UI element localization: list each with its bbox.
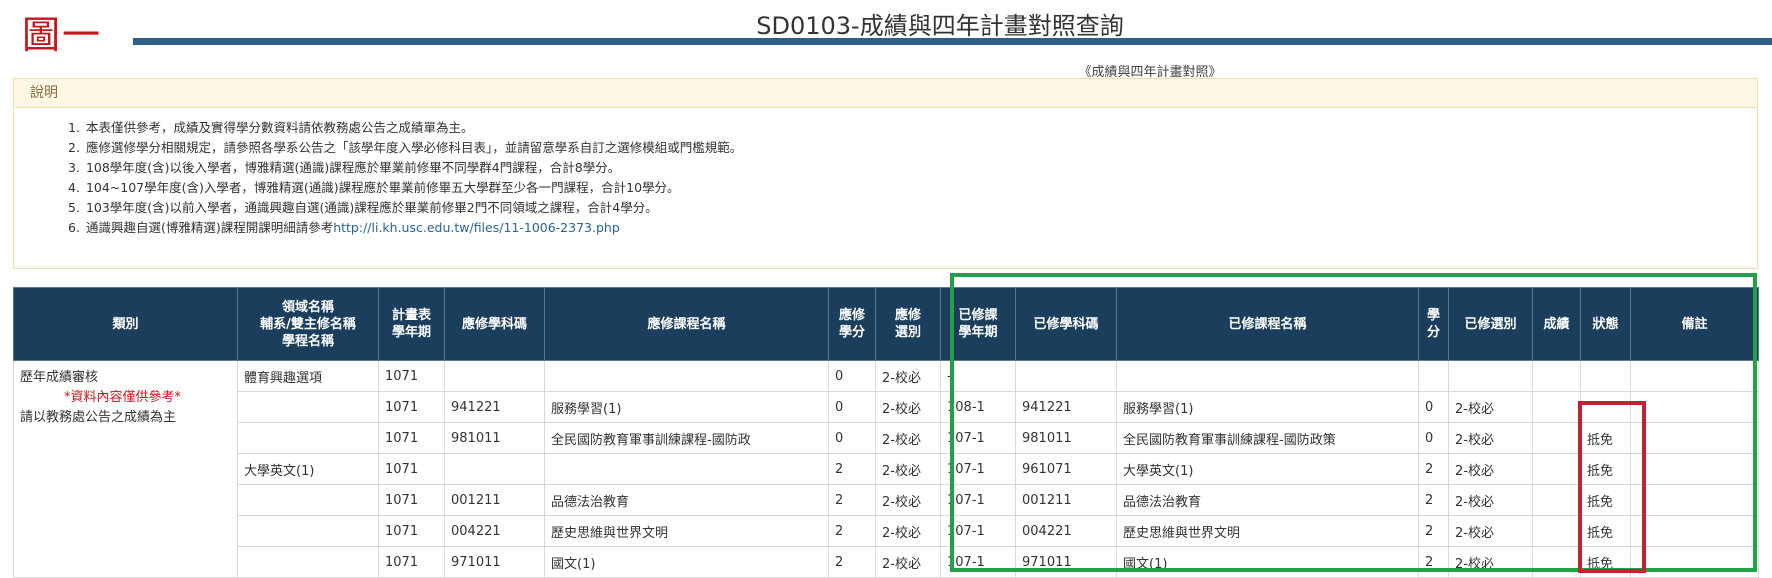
column-header-required-course-code: 應修學科碼 [444,287,545,361]
cell-required-type: 2-校必 [875,391,941,423]
cell-plan-term: 1071 [378,453,445,485]
cell-required-course-name: 服務學習(1) [544,391,829,423]
note-item: 4. 104~107學年度(含)入學者，博雅精選(通識)課程應於畢業前修畢五大學群… [68,178,1757,198]
column-header-line: 應修 [838,308,865,323]
cell-required-course-name: 歷史思維與世界文明 [544,515,829,547]
column-header-line: 學分 [838,325,865,340]
cell-plan-term: 1071 [378,422,445,454]
note-number: 6. [68,220,80,235]
note-item: 6. 通識興趣自選(博雅精選)課程開課明細請參考http://li.kh.usc.… [68,218,1757,238]
cell-plan-term: 1071 [378,515,445,547]
course-list-link[interactable]: http://li.kh.usc.edu.tw/files/11-1006-23… [333,220,620,235]
cell-required-type: 2-校必 [875,360,941,392]
note-item: 3. 108學年度(含)以後入學者，博雅精選(通識)課程應於畢業前修畢不同學群4門… [68,158,1757,178]
note-text: 104~107學年度(含)入學者，博雅精選(通識)課程應於畢業前修畢五大學群至少… [85,180,680,195]
column-header-line: 類別 [112,316,139,332]
column-header-category: 類別 [13,287,238,361]
cell-domain-name [237,546,379,578]
cell-domain-name: 體育興趣選項 [237,360,379,392]
category-cell: 歷年成績審核 *資料內容僅供參考* 請以教務處公告之成績為主 [13,360,238,578]
page-title: SD0103-成績與四年計畫對照查詢 [756,12,1124,40]
cell-domain-name: 大學英文(1) [237,453,379,485]
column-header-line: 學程名稱 [281,333,334,349]
column-header-plan-term: 計畫表 學年期 [378,287,445,361]
cell-required-credits: 2 [828,546,876,578]
note-number: 3. [68,160,80,175]
cell-required-course-code [444,360,545,392]
cell-required-credits: 2 [828,453,876,485]
reference-only-notice: *資料內容僅供參考* [64,390,182,405]
note-number: 1. [68,120,80,135]
cell-required-course-code: 001211 [444,484,545,516]
column-header-line: 選別 [894,325,921,340]
note-number: 5. [68,200,80,215]
note-text: 應修選修學分相關規定，請參照各學系公告之「該學年度入學必修科目表」，並請留意學系… [85,140,743,155]
cell-required-credits: 0 [828,360,876,392]
column-header-line: 計畫表 [391,308,431,323]
cell-required-course-name [544,453,829,485]
cell-plan-term: 1071 [378,360,445,392]
note-item: 1. 本表僅供參考，成績及實得學分數資料請依教務處公告之成績單為主。 [68,118,1757,138]
cell-domain-name [237,484,379,516]
cell-domain-name [237,391,379,423]
note-number: 4. [68,180,80,195]
column-header-line: 學年期 [391,325,431,340]
cell-required-credits: 2 [828,484,876,516]
cell-plan-term: 1071 [378,484,445,516]
cell-required-course-code: 004221 [444,515,545,547]
cell-required-type: 2-校必 [875,484,941,516]
note-text: 103學年度(含)以前入學者，通識興趣自選(通識)課程應於畢業前修畢2門不同領域… [85,200,658,215]
cell-domain-name [237,515,379,547]
category-text: 歷年成績審核 [20,370,99,385]
column-header-domain-name: 領域名稱 輔系/雙主修名稱 學程名稱 [237,287,379,361]
cell-required-type: 2-校必 [875,453,941,485]
column-header-line: 應修學科碼 [461,316,527,332]
cell-domain-name [237,422,379,454]
cell-required-course-code: 941221 [444,391,545,423]
column-header-line: 應修課程名稱 [647,316,726,332]
note-number: 2. [68,140,80,155]
cell-plan-term: 1071 [378,391,445,423]
category-text: 請以教務處公告之成績為主 [20,410,177,425]
cell-required-course-name: 品德法治教育 [544,484,829,516]
cell-plan-term: 1071 [378,546,445,578]
cell-required-type: 2-校必 [875,422,941,454]
column-header-line: 輔系/雙主修名稱 [260,316,356,332]
cell-required-course-code: 981011 [444,422,545,454]
cell-required-course-code [444,453,545,485]
note-item: 5. 103學年度(含)以前入學者，通識興趣自選(通識)課程應於畢業前修畢2門不同… [68,198,1757,218]
column-header-required-credits: 應修 學分 [828,287,876,361]
cell-required-course-name [544,360,829,392]
column-header-line: 領域名稱 [281,299,334,315]
cell-required-credits: 0 [828,391,876,423]
column-header-required-course-name: 應修課程名稱 [544,287,829,361]
cell-required-course-name: 國文(1) [544,546,829,578]
status-column-highlight [1578,401,1646,573]
cell-required-type: 2-校必 [875,515,941,547]
column-header-required-type: 應修 選別 [875,287,941,361]
cell-required-credits: 2 [828,515,876,547]
note-text: 108學年度(含)以後入學者，博雅精選(通識)課程應於畢業前修畢不同學群4門課程… [85,160,621,175]
note-item: 2. 應修選修學分相關規定，請參照各學系公告之「該學年度入學必修科目表」，並請留意… [68,138,1757,158]
notes-panel: 說明 1. 本表僅供參考，成績及實得學分數資料請依教務處公告之成績單為主。 2. 應… [13,78,1758,269]
note-text: 通識興趣自選(博雅精選)課程開課明細請參考 [85,220,334,235]
figure-label: 圖一 [22,13,103,57]
notes-list: 1. 本表僅供參考，成績及實得學分數資料請依教務處公告之成績單為主。 2. 應修選修… [14,108,1757,238]
cell-required-course-code: 971011 [444,546,545,578]
notes-panel-title: 說明 [14,79,1757,108]
note-text: 本表僅供參考，成績及實得學分數資料請依教務處公告之成績單為主。 [85,120,474,135]
cell-required-type: 2-校必 [875,546,941,578]
column-header-line: 應修 [894,308,921,323]
cell-required-credits: 0 [828,422,876,454]
cell-required-course-name: 全民國防教育軍事訓練課程-國防政 [544,422,829,454]
title-divider [133,38,1772,45]
